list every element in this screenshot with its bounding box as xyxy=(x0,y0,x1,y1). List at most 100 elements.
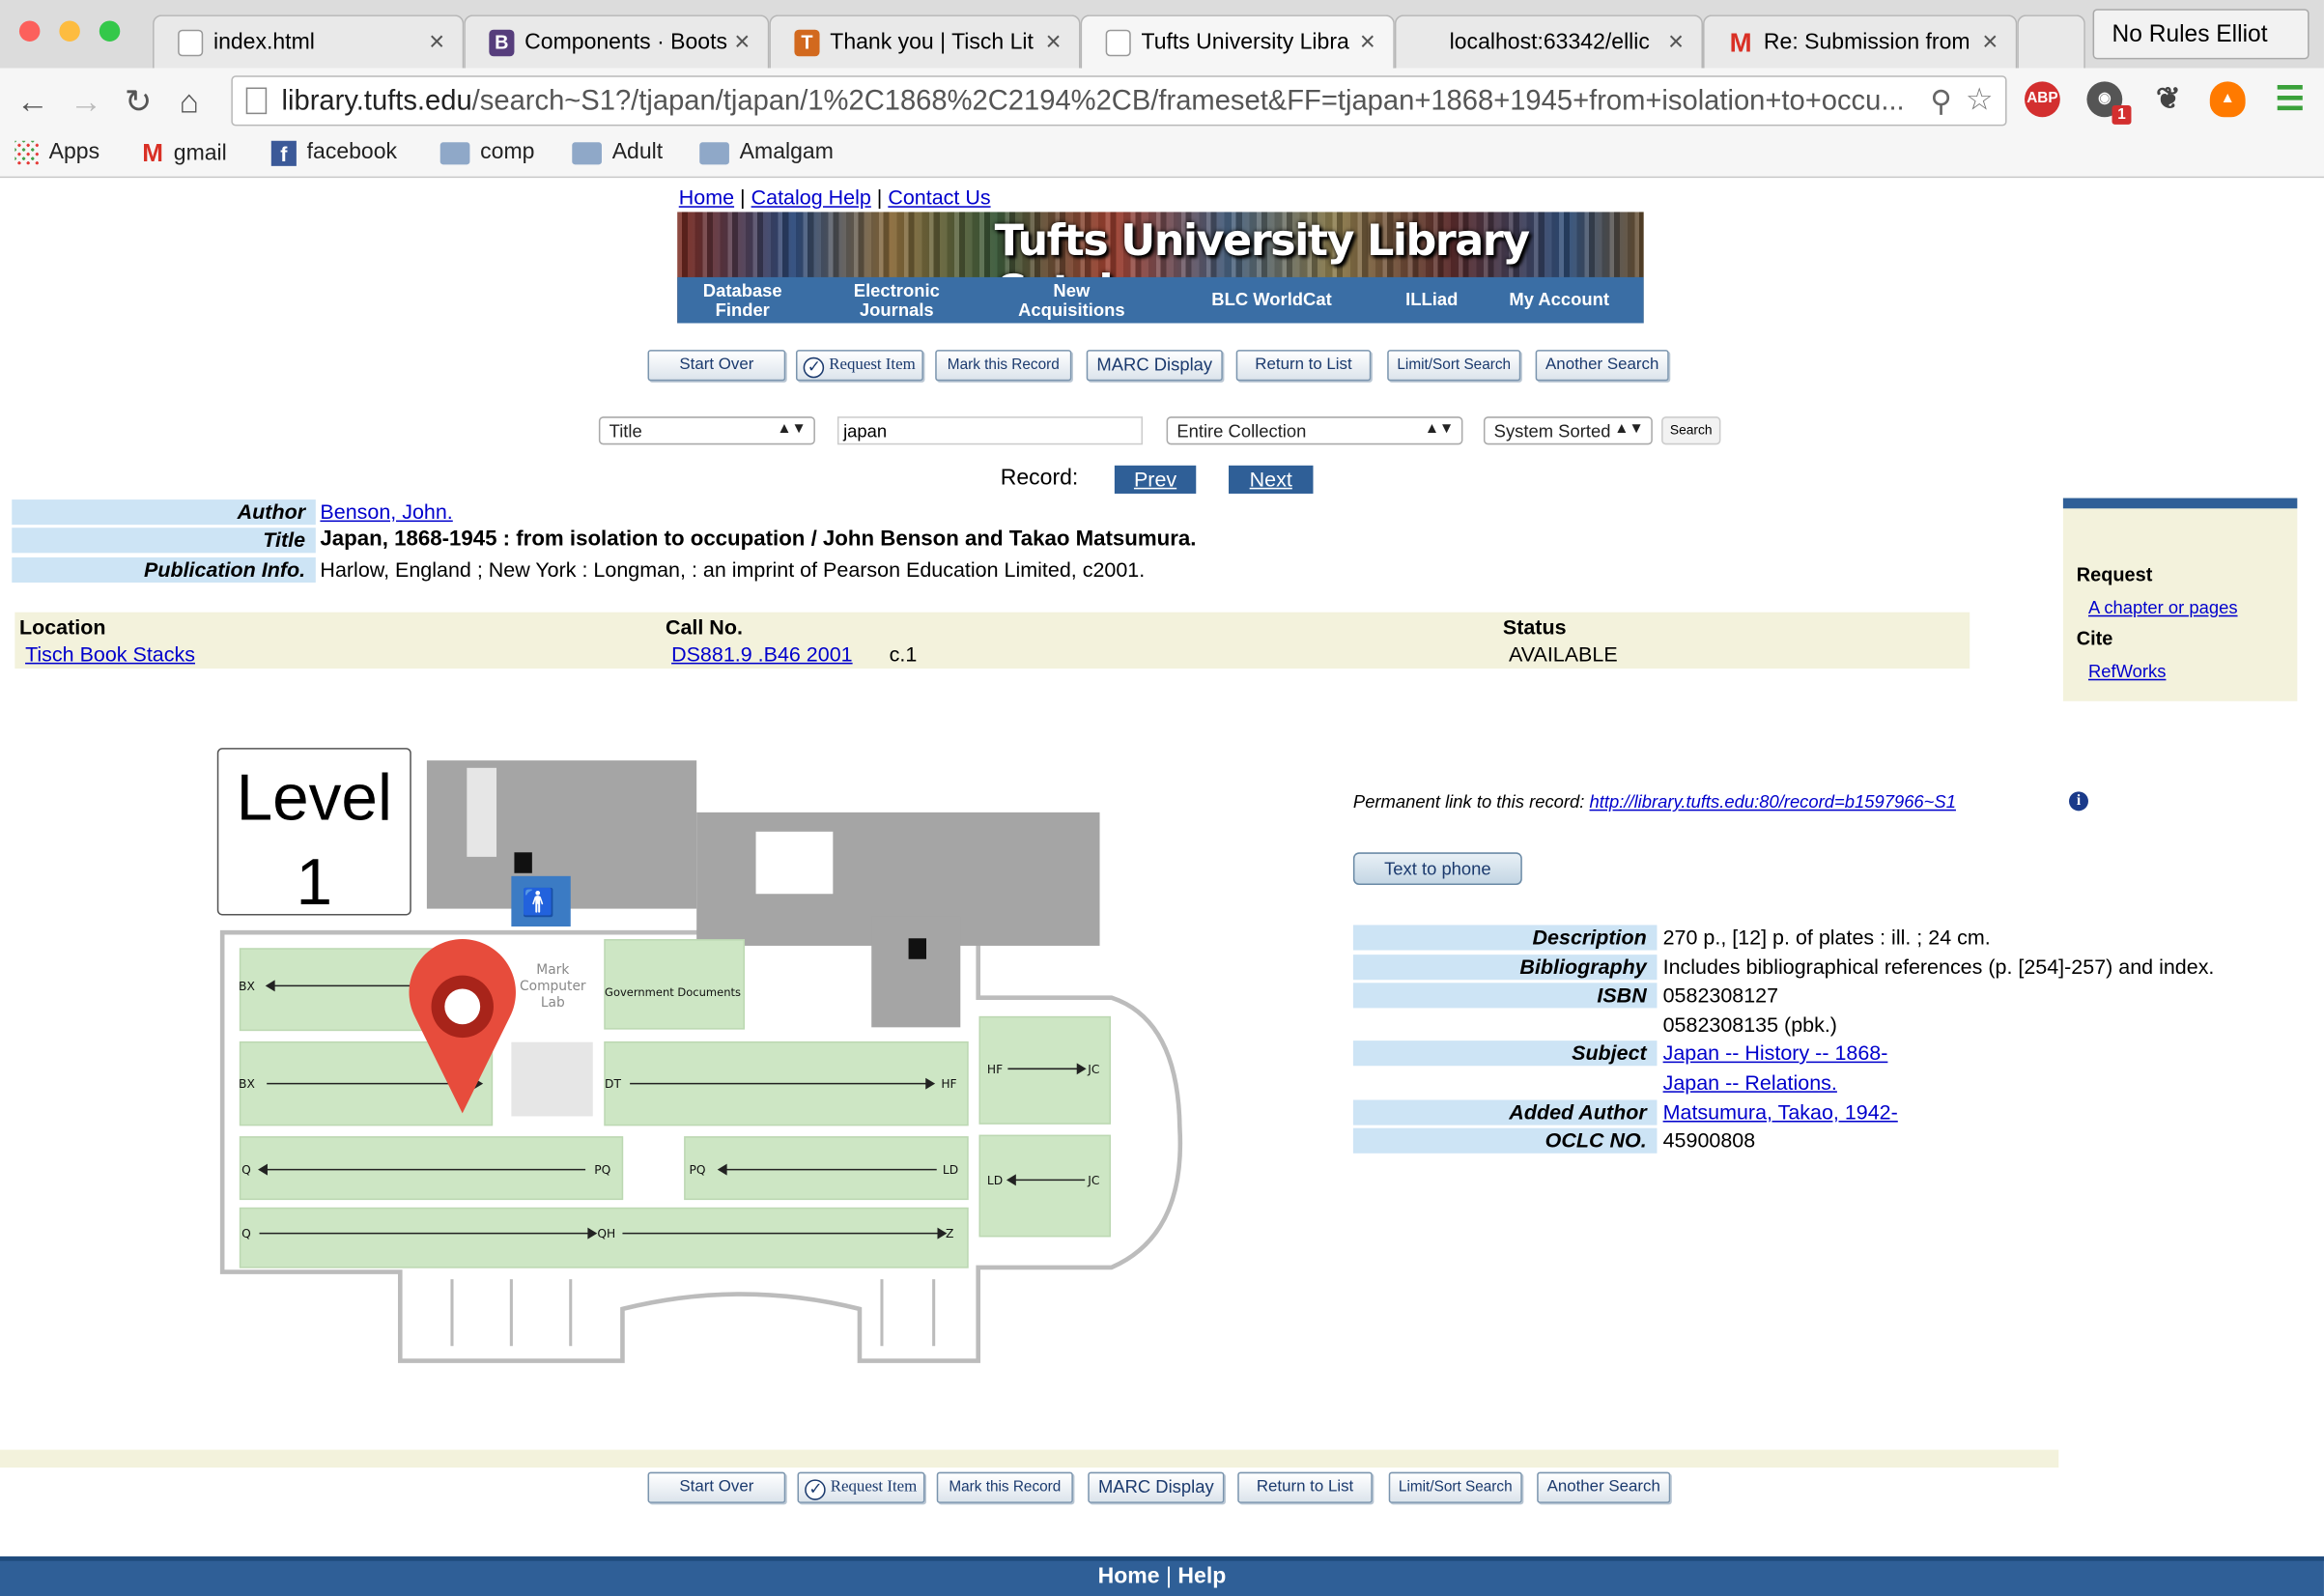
home-link[interactable]: Home xyxy=(679,185,734,210)
search-button[interactable]: Search xyxy=(1661,416,1721,445)
close-tab-icon[interactable]: × xyxy=(734,27,750,58)
profile-button[interactable]: No Rules Elliot xyxy=(2092,9,2310,60)
start-over-button[interactable]: Start Over xyxy=(647,350,786,382)
zoom-icon[interactable]: ⚲ xyxy=(1930,82,1952,121)
back-icon[interactable]: ← xyxy=(16,83,49,122)
marc-display-button[interactable]: MARC Display xyxy=(1086,350,1223,382)
search-scope-select[interactable]: Entire Collection ▲▼ xyxy=(1166,416,1463,445)
button-label: Request Item xyxy=(829,356,916,374)
bookmark-facebook[interactable]: f facebook xyxy=(270,139,397,166)
close-tab-icon[interactable]: × xyxy=(1982,27,1998,58)
range-label: JC xyxy=(1087,1174,1099,1187)
bookmark-folder-comp[interactable]: comp xyxy=(439,139,534,164)
author-link[interactable]: Benson, John. xyxy=(320,499,452,525)
forward-icon[interactable]: → xyxy=(70,83,102,122)
eyedropper-icon[interactable]: ❦ xyxy=(2150,81,2186,117)
refworks-link[interactable]: RefWorks xyxy=(2088,661,2166,681)
top-links: Home | Catalog Help | Contact Us xyxy=(678,185,991,210)
bookmark-label: Amalgam xyxy=(739,139,834,165)
subject-link[interactable]: Japan -- Relations. xyxy=(1663,1070,1837,1096)
request-chapter-link[interactable]: A chapter or pages xyxy=(2088,597,2238,617)
marc-display-button[interactable]: MARC Display xyxy=(1088,1471,1225,1503)
isbn-row: ISBN 0582308127 xyxy=(1352,983,2316,1010)
catalog-help-link[interactable]: Catalog Help xyxy=(751,185,871,210)
footer-help-link[interactable]: Help xyxy=(1177,1564,1226,1589)
limit-sort-button[interactable]: Limit/Sort Search xyxy=(1387,350,1521,382)
page-icon xyxy=(178,29,204,57)
footer-home-link[interactable]: Home xyxy=(1098,1564,1160,1589)
request-item-button[interactable]: ✓ Request Item xyxy=(797,1471,925,1503)
hola-icon[interactable]: ▲ xyxy=(2209,81,2246,118)
oclc-row: OCLC NO. 45900808 xyxy=(1352,1127,2316,1155)
home-icon[interactable]: ⌂ xyxy=(180,83,199,122)
close-tab-icon[interactable]: × xyxy=(1360,27,1375,58)
permalink-url[interactable]: http://library.tufts.edu:80/record=b1597… xyxy=(1590,791,1956,812)
status-value: AVAILABLE xyxy=(1509,641,1618,666)
reload-icon[interactable]: ↻ xyxy=(125,83,152,122)
menu-blc-worldcat[interactable]: BLC WorldCat xyxy=(1190,277,1353,324)
search-sort-select[interactable]: System Sorted ▲▼ xyxy=(1483,416,1653,445)
request-heading: Request xyxy=(2076,563,2153,586)
record-label: Record: xyxy=(1000,465,1079,491)
bookmarks-bar: Apps Mgmail f facebook comp Adult Amalgam xyxy=(0,133,2324,179)
subject-link[interactable]: Japan -- History -- 1868- xyxy=(1663,1040,1888,1066)
browser-tab-3[interactable]: T Thank you | Tisch Lit × xyxy=(769,14,1081,69)
menu-illiad[interactable]: ILLiad xyxy=(1386,277,1478,324)
mark-record-button[interactable]: Mark this Record xyxy=(935,350,1072,382)
range-label: DT xyxy=(605,1077,621,1091)
browser-tab-1[interactable]: index.html × xyxy=(153,14,465,69)
range-label: PQ xyxy=(594,1163,610,1177)
level-number: 1 xyxy=(297,846,333,919)
menu-electronic-journals[interactable]: Electronic Journals xyxy=(832,277,962,324)
select-arrows-icon: ▲▼ xyxy=(1614,420,1644,438)
menu-my-account[interactable]: My Account xyxy=(1501,277,1617,324)
menu-new-acquisitions[interactable]: New Acquisitions xyxy=(1001,277,1143,324)
next-record-button[interactable]: Next xyxy=(1229,465,1314,494)
browser-tab-5[interactable]: localhost:63342/ellic × xyxy=(1394,14,1704,69)
address-bar[interactable]: library.tufts.edu/search~S1?/tjapan/tjap… xyxy=(231,75,2007,127)
call-number-link[interactable]: DS881.9 .B46 2001 xyxy=(671,641,853,666)
call-no-header: Call No. xyxy=(665,614,743,640)
select-arrows-icon: ▲▼ xyxy=(1424,420,1455,438)
another-search-button[interactable]: Another Search xyxy=(1537,1471,1671,1503)
apps-grid-icon xyxy=(14,140,39,165)
bookmark-folder-adult[interactable]: Adult xyxy=(572,139,663,164)
minimize-window-icon[interactable] xyxy=(59,20,80,42)
text-to-phone-button[interactable]: Text to phone xyxy=(1352,852,1522,886)
bookmark-apps[interactable]: Apps xyxy=(14,139,99,165)
browser-tab-6[interactable]: M Re: Submission from × xyxy=(1703,14,2018,69)
browser-tab-2[interactable]: B Components · Boots × xyxy=(464,14,770,69)
bookmark-star-icon[interactable]: ☆ xyxy=(1965,81,1994,119)
request-item-button[interactable]: ✓ Request Item xyxy=(795,350,923,382)
info-icon[interactable]: i xyxy=(2069,791,2088,812)
contact-us-link[interactable]: Contact Us xyxy=(888,185,990,210)
location-link[interactable]: Tisch Book Stacks xyxy=(25,641,195,666)
return-to-list-button[interactable]: Return to List xyxy=(1235,350,1372,382)
browser-tab-4[interactable]: Tufts University Libra × xyxy=(1080,14,1395,71)
menu-icon[interactable]: ☰ xyxy=(2272,81,2308,117)
maximize-window-icon[interactable] xyxy=(99,20,121,42)
search-input[interactable]: japan xyxy=(836,416,1144,445)
prev-record-button[interactable]: Prev xyxy=(1114,465,1197,494)
close-tab-icon[interactable]: × xyxy=(1668,27,1684,58)
bookmark-gmail[interactable]: Mgmail xyxy=(142,139,227,169)
menu-database-finder[interactable]: Database Finder xyxy=(677,277,808,324)
search-field-select[interactable]: Title ▲▼ xyxy=(598,416,815,445)
close-window-icon[interactable] xyxy=(18,20,41,42)
another-search-button[interactable]: Another Search xyxy=(1535,350,1669,382)
gov-docs-label: Government Documents xyxy=(605,985,741,999)
isbn-value: 0582308135 (pbk.) xyxy=(1662,1012,1837,1037)
adblock-icon[interactable]: ABP xyxy=(2024,81,2060,118)
added-author-link[interactable]: Matsumura, Takao, 1942- xyxy=(1663,1100,1898,1126)
range-label: QH xyxy=(597,1227,615,1240)
close-tab-icon[interactable]: × xyxy=(1045,27,1061,58)
return-to-list-button[interactable]: Return to List xyxy=(1237,1471,1373,1503)
bookmark-folder-amalgam[interactable]: Amalgam xyxy=(699,139,834,164)
range-label: JC xyxy=(1087,1063,1099,1076)
mark-record-button[interactable]: Mark this Record xyxy=(936,1471,1073,1503)
checkmark-icon: ✓ xyxy=(805,1479,827,1500)
new-tab-button[interactable] xyxy=(2017,14,2085,69)
start-over-button[interactable]: Start Over xyxy=(647,1471,786,1503)
close-tab-icon[interactable]: × xyxy=(429,27,444,58)
limit-sort-button[interactable]: Limit/Sort Search xyxy=(1388,1471,1522,1503)
